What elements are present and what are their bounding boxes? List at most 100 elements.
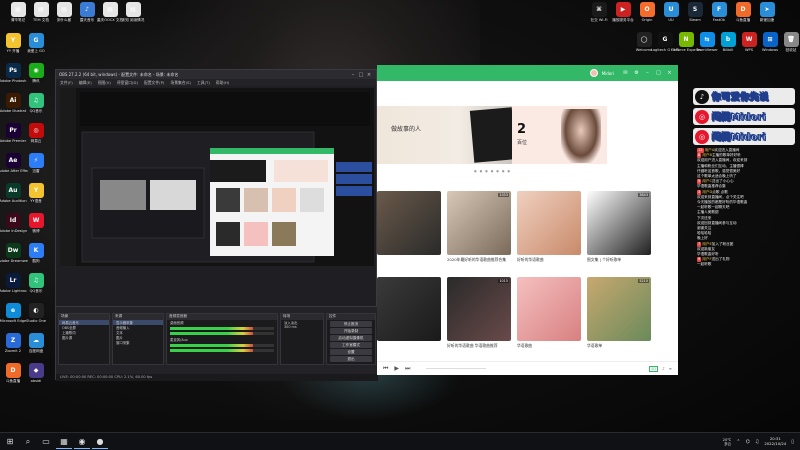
desktop-icon[interactable]: ⚡ 迅雷 — [24, 153, 48, 173]
desktop-icon[interactable]: ◎ 网易云 — [24, 123, 48, 143]
obs-menu-item[interactable]: 场景集合(S) — [170, 80, 191, 86]
controls-dock[interactable]: 控件 停止推流 开始录制 启动虚拟摄像机 工作室模式 设置 退出 — [326, 313, 376, 365]
avatar[interactable] — [589, 69, 598, 77]
obs-icon[interactable]: ● — [92, 435, 108, 449]
desktop-icon[interactable]: ♫ QQ音乐 — [24, 273, 48, 293]
volume-meter[interactable] — [170, 349, 274, 352]
desktop-icon[interactable]: W 微博 — [24, 213, 48, 233]
obs-menu-item[interactable]: 编辑(E) — [79, 80, 92, 86]
obs-menu-item[interactable]: 工具(T) — [197, 80, 210, 86]
overlay-badge: ◎ 闲阁Midori — [693, 108, 795, 125]
minimize-icon[interactable]: – — [644, 70, 651, 76]
maximize-icon[interactable]: □ — [655, 70, 662, 76]
gear-icon[interactable]: ⚙ — [633, 70, 640, 76]
obs-control-button[interactable]: 启动虚拟摄像机 — [330, 335, 372, 341]
desktop-icon[interactable]: 🗑 回收站 — [779, 32, 800, 52]
volume-meter[interactable] — [170, 327, 274, 330]
chevron-up-icon[interactable]: ⌃ — [736, 439, 740, 445]
search-icon[interactable]: ⌕ — [20, 435, 36, 449]
play-count: 5210 — [638, 279, 649, 283]
progress-bar[interactable] — [426, 368, 487, 369]
playlist-title[interactable]: 好听的华语歌曲 — [517, 257, 585, 262]
minimize-icon[interactable]: – — [349, 72, 357, 78]
mixer-dock[interactable]: 音频混音器 桌面音频 麦克风/Aux — [166, 313, 278, 365]
dock-list-item[interactable]: 图片源 — [59, 335, 109, 340]
desktop-icon[interactable]: ◐ Studio One — [24, 303, 48, 323]
volume-icon[interactable]: ♪ — [662, 366, 665, 372]
clock[interactable]: 20:31 2022/10/24 — [764, 436, 786, 446]
desktop-icon[interactable]: G 我爱上 GO — [24, 33, 48, 53]
username[interactable]: Midori — [602, 71, 614, 76]
dock-list-item[interactable]: 窗口采集 — [113, 340, 163, 345]
desktop-icon[interactable]: ◆ obsidi — [24, 363, 48, 383]
playlist-card[interactable]: 1353 — [447, 191, 511, 255]
file-explorer-icon[interactable]: ▦ — [56, 435, 72, 449]
obs-menu-item[interactable]: 文件(F) — [60, 80, 73, 86]
obs-control-button[interactable]: 退出 — [330, 356, 372, 362]
weather-widget[interactable]: 20℃ 多云 — [723, 438, 732, 446]
banner-slide-2[interactable]: 2 百位 — [512, 106, 607, 164]
desktop-icon[interactable]: ♫ QQ音乐 — [24, 93, 48, 113]
desktop-icon[interactable]: ☁ 百度网盘 — [24, 333, 48, 353]
transitions-dock[interactable]: 转场 淡入淡出 300 ms — [280, 313, 324, 365]
task-view-icon[interactable]: ▭ — [38, 435, 54, 449]
obs-menu-item[interactable]: 帮助(H) — [216, 80, 229, 86]
volume-meter[interactable] — [170, 344, 274, 347]
mail-icon[interactable]: ✉ — [622, 70, 629, 76]
obs-preview[interactable] — [60, 88, 374, 266]
playlist-icon[interactable]: ≡ — [669, 366, 672, 372]
notification-icon[interactable]: ▯ — [791, 439, 794, 445]
playlist-title[interactable]: 2020年最好听的华语歌曲推荐合集 — [447, 257, 515, 262]
quality-badge[interactable]: SQ — [649, 365, 659, 372]
obs-control-button[interactable]: 工作室模式 — [330, 342, 372, 348]
maximize-icon[interactable]: □ — [357, 72, 365, 78]
start-icon[interactable]: ⊞ — [2, 435, 18, 449]
obs-control-button[interactable]: 设置 — [330, 349, 372, 355]
scenes-dock[interactable]: 场景 网易云音乐 OBS全屏 上播歌词 图片源 — [58, 313, 110, 365]
sources-dock[interactable]: 来源 显示器采集 音频输入 文本 图片 窗口采集 — [112, 313, 164, 365]
app-icon: N — [678, 32, 694, 47]
next-icon[interactable]: ⏭ — [405, 365, 410, 373]
close-icon[interactable]: × — [365, 72, 373, 78]
browser-icon[interactable]: ◉ — [74, 435, 90, 449]
chat-username: 用户A — [704, 148, 715, 152]
playlist-title[interactable]: 华语歌单 — [587, 343, 655, 348]
app-icon: e — [5, 303, 21, 318]
app-icon: ◉ — [28, 63, 44, 78]
obs-menu-item[interactable]: 视图(V) — [98, 80, 111, 86]
desktop-icon[interactable]: ◉ 腾讯 — [24, 63, 48, 83]
transition-duration[interactable]: 300 ms — [281, 325, 323, 330]
playlist-card[interactable]: 5210 — [587, 277, 651, 341]
app-icon: ☁ — [28, 333, 44, 348]
desktop-icon[interactable]: Y YY语音 — [24, 183, 48, 203]
app-icon: G — [657, 32, 673, 47]
banner-pagination[interactable]: ● ● ● ● ● ● ● — [474, 169, 511, 173]
obs-title-bar[interactable]: OBS 27.2.2 (64 bit, windows) - 配置文件: 未命名… — [56, 70, 376, 79]
app-icon: ▤ — [102, 2, 118, 17]
previous-icon[interactable]: ⏮ — [383, 365, 388, 373]
obs-control-button[interactable]: 开始录制 — [330, 328, 372, 334]
playlist-card[interactable] — [377, 191, 441, 255]
music-window[interactable]: Midori ✉ ⚙ – □ × 做故事的人 2 百位 ● ● ● ● ● ● … — [377, 65, 678, 375]
obs-control-button[interactable]: 停止推流 — [330, 321, 372, 327]
obs-window[interactable]: OBS 27.2.2 (64 bit, windows) - 配置文件: 未命名… — [55, 69, 378, 381]
network-icon[interactable]: ⌬ — [745, 439, 749, 445]
desktop-icon[interactable]: ▤ 未知 阅读情况 — [121, 2, 145, 22]
volume-meter[interactable] — [170, 332, 274, 335]
close-icon[interactable]: × — [666, 70, 673, 76]
playlist-card[interactable] — [377, 277, 441, 341]
playlist-card[interactable]: 3843 — [587, 191, 651, 255]
banner-slide-1[interactable]: 做故事的人 — [377, 106, 517, 164]
playlist-card[interactable] — [517, 277, 581, 341]
playlist-title[interactable]: 图文集 | 个好听歌单 — [587, 257, 655, 262]
playlist-title[interactable]: 好听的华语歌曲 华语歌曲推荐 — [447, 343, 515, 348]
obs-menu-item[interactable]: 停靠窗口(D) — [117, 80, 138, 86]
playlist-card[interactable] — [517, 191, 581, 255]
desktop-icon[interactable]: K 酷狗 — [24, 243, 48, 263]
playlist-title[interactable]: 华语歌曲 — [517, 343, 585, 348]
obs-menu-item[interactable]: 配置文件(P) — [144, 80, 164, 86]
playlist-card[interactable]: 1015 — [447, 277, 511, 341]
play-icon[interactable]: ▶ — [394, 365, 399, 372]
volume-icon[interactable]: ♫ — [755, 439, 759, 445]
desktop-icon[interactable]: ➤ 新速加速 — [755, 2, 779, 22]
